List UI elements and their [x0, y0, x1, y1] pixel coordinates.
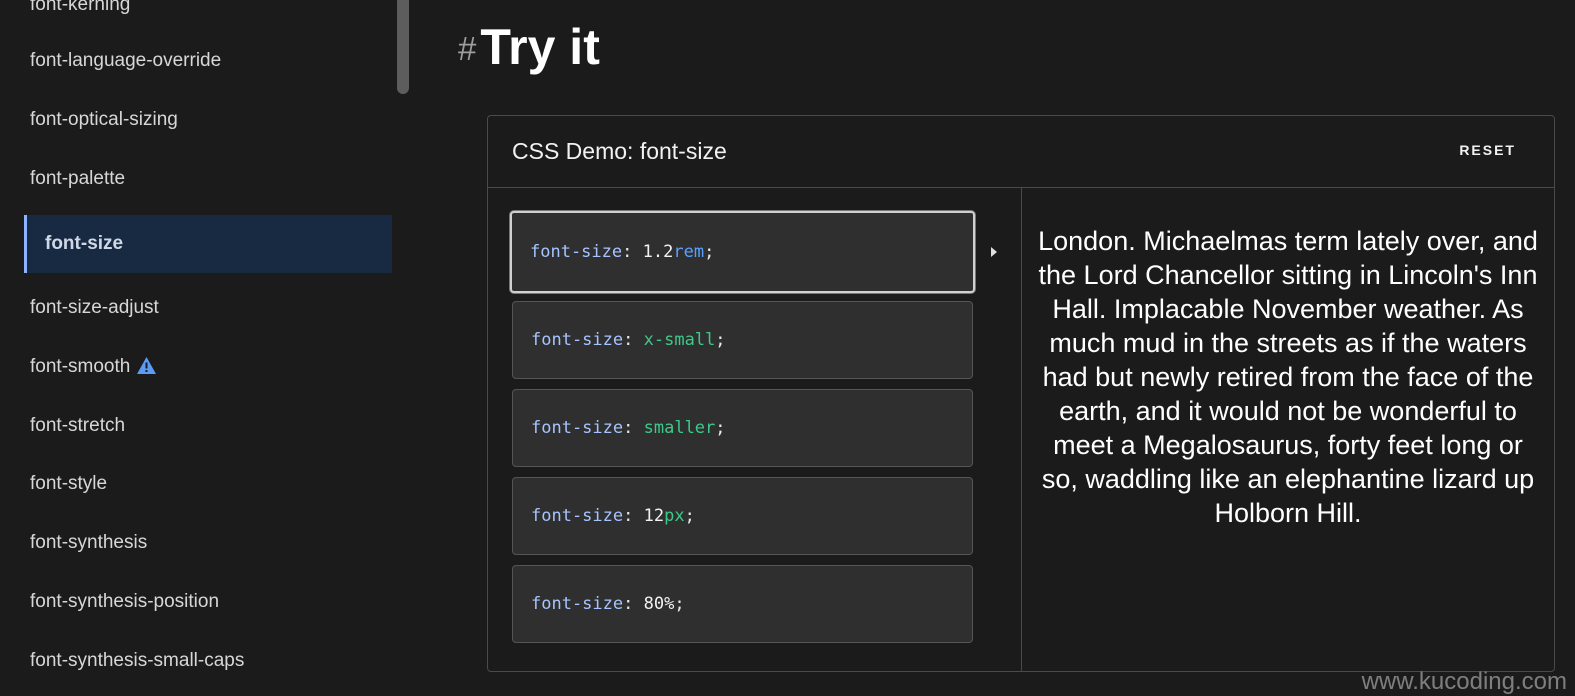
sidebar-item-font-smooth[interactable]: font-smooth: [30, 356, 157, 378]
demo-option-2[interactable]: font-size: x-small;: [512, 301, 973, 379]
demo-title: CSS Demo: font-size: [512, 138, 727, 164]
sidebar: font-kerning font-language-override font…: [0, 0, 410, 696]
sidebar-item-font-synthesis-small-caps[interactable]: font-synthesis-small-caps: [30, 650, 244, 672]
css-property: font-size: [531, 594, 624, 614]
css-unit: px: [664, 506, 685, 526]
css-property: font-size: [531, 506, 624, 526]
demo-option-3[interactable]: font-size: smaller;: [512, 389, 973, 467]
demo-option-1[interactable]: font-size: 1.2rem;: [510, 211, 975, 293]
css-property: font-size: [530, 242, 623, 262]
sidebar-item-font-synthesis-position[interactable]: font-synthesis-position: [30, 591, 219, 613]
anchor-link[interactable]: #: [458, 30, 476, 67]
css-value: smaller: [643, 418, 716, 438]
css-unit: rem: [673, 242, 705, 262]
demo-output-text: London. Michaelmas term lately over, and…: [1038, 226, 1538, 528]
page: font-kerning font-language-override font…: [0, 0, 1575, 696]
sidebar-item-font-size-adjust[interactable]: font-size-adjust: [30, 297, 159, 319]
sidebar-item-font-synthesis[interactable]: font-synthesis: [30, 532, 147, 554]
demo-header: CSS Demo: font-size RESET: [488, 116, 1554, 188]
warning-icon: [137, 357, 157, 374]
css-semicolon: ;: [704, 242, 715, 262]
css-colon: :: [623, 506, 634, 526]
sidebar-item-font-kerning[interactable]: font-kerning: [30, 0, 130, 16]
css-semicolon: ;: [674, 594, 685, 614]
sidebar-scrollbar[interactable]: [397, 0, 409, 94]
css-value: 12: [643, 506, 665, 526]
css-semicolon: ;: [715, 418, 726, 438]
panel-divider: [1021, 188, 1022, 672]
css-demo-panel: CSS Demo: font-size RESET font-size: 1.2…: [487, 115, 1555, 672]
css-colon: :: [623, 330, 634, 350]
sidebar-item-label: font-smooth: [30, 356, 131, 377]
css-colon: :: [623, 418, 634, 438]
sidebar-item-font-style[interactable]: font-style: [30, 473, 107, 495]
css-value: x-small: [643, 330, 716, 350]
css-colon: :: [622, 242, 633, 262]
watermark: www.kucoding.com: [1361, 668, 1567, 695]
sidebar-item-font-stretch[interactable]: font-stretch: [30, 415, 125, 437]
css-value: 1.2: [642, 242, 674, 262]
active-arrow-icon: [991, 247, 997, 257]
sidebar-item-font-language-override[interactable]: font-language-override: [30, 50, 221, 72]
demo-option-4[interactable]: font-size: 12px;: [512, 477, 973, 555]
css-property: font-size: [531, 418, 624, 438]
demo-option-5[interactable]: font-size: 80%;: [512, 565, 973, 643]
sidebar-item-font-optical-sizing[interactable]: font-optical-sizing: [30, 109, 178, 131]
css-colon: :: [623, 594, 634, 614]
css-property: font-size: [531, 330, 624, 350]
css-semicolon: ;: [684, 506, 695, 526]
page-title: Try it: [480, 19, 600, 75]
css-semicolon: ;: [715, 330, 726, 350]
sidebar-item-font-palette[interactable]: font-palette: [30, 168, 125, 190]
css-value: 80%: [643, 594, 675, 614]
reset-button[interactable]: RESET: [1459, 142, 1516, 158]
section-heading: #Try it: [458, 18, 600, 76]
sidebar-item-font-size[interactable]: font-size: [24, 215, 392, 273]
